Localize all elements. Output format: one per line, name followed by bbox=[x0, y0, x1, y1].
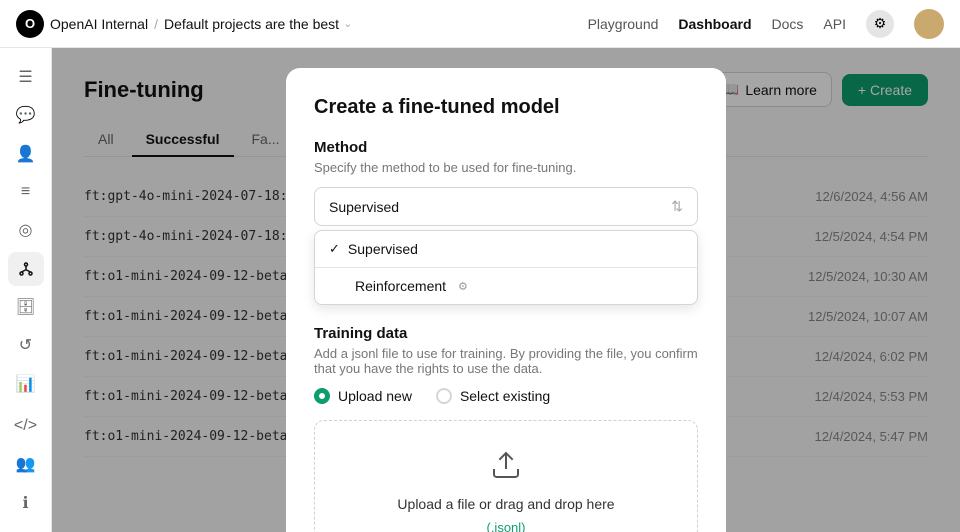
user-avatar[interactable] bbox=[914, 9, 944, 39]
main-content: Fine-tuning 📖 Learn more + Create All Su… bbox=[52, 48, 960, 532]
org-name[interactable]: OpenAI Internal bbox=[50, 16, 148, 32]
method-dropdown: ✓ Supervised Reinforcement ⚙ bbox=[314, 230, 698, 305]
top-nav: O OpenAI Internal / Default projects are… bbox=[0, 0, 960, 48]
modal-overlay[interactable]: Create a fine-tuned model Method Specify… bbox=[52, 48, 960, 532]
training-desc: Add a jsonl file to use for training. By… bbox=[314, 346, 698, 376]
method-select[interactable]: Supervised ⇅ bbox=[314, 187, 698, 226]
sidebar-item-finetuning[interactable] bbox=[8, 252, 44, 286]
project-name[interactable]: Default projects are the best ⌄ bbox=[164, 16, 352, 32]
nav-right: Playground Dashboard Docs API ⚙ bbox=[588, 9, 944, 39]
sidebar-item-storage[interactable]: 🗄 bbox=[8, 290, 44, 324]
app-icon[interactable]: O bbox=[16, 10, 44, 38]
settings-icon[interactable]: ⚙ bbox=[866, 10, 894, 38]
beta-badge: ⚙ bbox=[458, 280, 468, 293]
radio-circle-upload bbox=[314, 388, 330, 404]
training-section: Training data Add a jsonl file to use fo… bbox=[314, 325, 698, 532]
modal-title: Create a fine-tuned model bbox=[314, 96, 698, 119]
check-icon: ✓ bbox=[329, 241, 340, 257]
upload-icon bbox=[490, 449, 522, 488]
method-label: Method bbox=[314, 139, 698, 156]
radio-upload-new[interactable]: Upload new bbox=[314, 388, 412, 404]
sidebar-item-target[interactable]: ◎ bbox=[8, 213, 44, 247]
chevron-down-icon: ⌄ bbox=[343, 17, 352, 30]
nav-playground[interactable]: Playground bbox=[588, 16, 659, 32]
nav-separator: / bbox=[154, 16, 158, 32]
sidebar: ☰ 💬 👤 ≡ ◎ 🗄 ↺ 📊 </> 👥 ℹ bbox=[0, 48, 52, 532]
method-section: Method Specify the method to be used for… bbox=[314, 139, 698, 305]
nav-api[interactable]: API bbox=[823, 16, 846, 32]
nav-dashboard[interactable]: Dashboard bbox=[678, 16, 751, 32]
upload-text: Upload a file or drag and drop here bbox=[397, 496, 614, 512]
sidebar-item-chat[interactable]: 💬 bbox=[8, 98, 44, 132]
upload-hint: (.jsonl) bbox=[486, 520, 525, 532]
sidebar-item-chart[interactable]: 📊 bbox=[8, 367, 44, 401]
radio-circle-existing bbox=[436, 388, 452, 404]
radio-select-existing[interactable]: Select existing bbox=[436, 388, 550, 404]
nav-docs[interactable]: Docs bbox=[772, 16, 804, 32]
sidebar-item-info[interactable]: ℹ bbox=[8, 486, 44, 520]
sidebar-item-code[interactable]: </> bbox=[8, 409, 44, 443]
dropdown-item-reinforcement[interactable]: Reinforcement ⚙ bbox=[315, 268, 697, 304]
method-desc: Specify the method to be used for fine-t… bbox=[314, 160, 698, 175]
upload-zone[interactable]: Upload a file or drag and drop here (.js… bbox=[314, 420, 698, 532]
sidebar-item-loop[interactable]: ↺ bbox=[8, 328, 44, 362]
sidebar-item-team[interactable]: 👥 bbox=[8, 447, 44, 481]
training-label: Training data bbox=[314, 325, 698, 342]
dropdown-item-supervised[interactable]: ✓ Supervised bbox=[315, 231, 697, 267]
sidebar-item-menu[interactable]: ☰ bbox=[8, 60, 44, 94]
nav-left: O OpenAI Internal / Default projects are… bbox=[16, 10, 580, 38]
sidebar-item-list[interactable]: ≡ bbox=[8, 175, 44, 209]
chevron-updown-icon: ⇅ bbox=[671, 198, 683, 215]
sidebar-item-user[interactable]: 👤 bbox=[8, 137, 44, 171]
main-layout: ☰ 💬 👤 ≡ ◎ 🗄 ↺ 📊 </> 👥 ℹ Fine-tuning 📖 Le… bbox=[0, 48, 960, 532]
modal: Create a fine-tuned model Method Specify… bbox=[286, 68, 726, 532]
radio-group: Upload new Select existing bbox=[314, 388, 698, 404]
